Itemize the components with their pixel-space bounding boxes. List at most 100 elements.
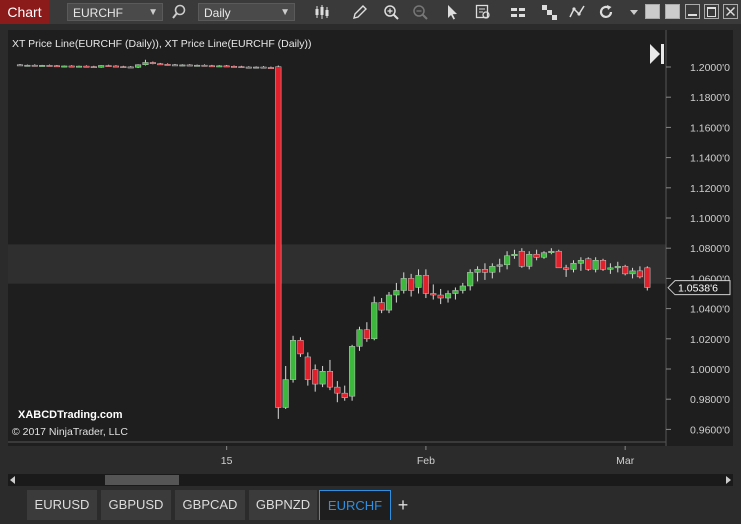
zoom-in-icon[interactable] <box>382 3 400 21</box>
candle <box>599 258 607 271</box>
candle-body <box>267 67 274 69</box>
candle-body <box>474 269 481 273</box>
add-tab-button[interactable]: + <box>392 490 414 520</box>
layout-button[interactable] <box>645 4 660 19</box>
scrollbar-thumb[interactable] <box>105 475 179 485</box>
candle <box>393 282 400 303</box>
candle <box>326 359 334 391</box>
instrument-value: EURCHF <box>73 6 123 20</box>
candle-body <box>592 260 599 270</box>
candle <box>157 62 164 66</box>
window-title: Chart <box>0 0 49 24</box>
scroll-to-end-icon[interactable] <box>650 44 664 64</box>
candle-body <box>201 64 208 67</box>
candle-body <box>526 253 533 267</box>
candle <box>459 282 466 294</box>
y-tick-label: 1.2000'0 <box>690 62 730 74</box>
candle-body <box>577 260 584 264</box>
search-icon[interactable] <box>170 3 188 21</box>
candle <box>171 63 179 67</box>
chevron-down-icon[interactable] <box>625 3 643 21</box>
candle-body <box>437 294 444 299</box>
candle-body <box>68 65 75 68</box>
candle-body <box>555 250 562 269</box>
candle <box>90 65 97 68</box>
tab-gbpusd[interactable]: GBPUSD <box>101 490 171 520</box>
candle <box>120 65 127 68</box>
candle <box>98 65 105 68</box>
scroll-left-arrow-icon[interactable] <box>10 476 15 484</box>
candle <box>135 64 142 69</box>
candle <box>430 284 437 300</box>
candle <box>112 65 119 68</box>
candle-body <box>371 302 378 340</box>
y-tick-label: 1.1800'0 <box>690 92 730 104</box>
watermark-copyright: © 2017 NinjaTrader, LLC <box>12 426 128 438</box>
candle <box>282 365 289 410</box>
candle <box>349 344 356 401</box>
candle-body <box>290 340 297 380</box>
candle-body <box>105 65 112 67</box>
refresh-icon[interactable] <box>597 3 615 21</box>
price-highlight-band <box>8 244 666 284</box>
candle-body <box>400 278 407 291</box>
minimize-button[interactable] <box>685 4 700 19</box>
candle-body <box>149 62 156 64</box>
pencil-icon[interactable] <box>351 3 369 21</box>
chart-style-icon[interactable] <box>313 3 331 21</box>
candle <box>216 65 223 68</box>
candle-body <box>208 65 215 68</box>
candle <box>644 266 651 291</box>
candle <box>61 65 68 68</box>
close-button[interactable] <box>723 4 738 19</box>
candle-body <box>194 64 201 67</box>
candle-body <box>467 272 474 287</box>
candle-body <box>599 260 607 270</box>
tab-gbpnzd[interactable]: GBPNZD <box>249 490 317 520</box>
y-tick-label: 1.1600'0 <box>690 122 730 134</box>
tab-gbpcad[interactable]: GBPCAD <box>175 490 245 520</box>
candle <box>53 65 60 68</box>
bar-spacing-icon[interactable] <box>540 3 558 21</box>
candle-body <box>326 371 334 388</box>
candle <box>334 381 341 403</box>
candle <box>39 64 46 67</box>
candle-body <box>120 66 127 68</box>
candle <box>518 248 525 268</box>
maximize-button[interactable] <box>704 4 719 19</box>
candle-body <box>230 65 238 68</box>
strategy-icon[interactable] <box>509 3 527 21</box>
cursor-icon[interactable] <box>443 3 461 21</box>
candle-body <box>275 66 282 408</box>
interval-selector[interactable]: Daily ▼ <box>198 3 295 21</box>
layout-button[interactable] <box>665 4 680 19</box>
candle-body <box>16 64 24 67</box>
candle <box>223 65 230 68</box>
data-box-icon[interactable] <box>474 3 492 21</box>
instrument-selector[interactable]: EURCHF ▼ <box>67 3 163 21</box>
tab-eurchf[interactable]: EURCHF <box>319 490 391 520</box>
candle-body <box>24 64 31 67</box>
candle-body <box>171 64 179 67</box>
chevron-down-icon: ▼ <box>280 7 290 18</box>
chart-panel[interactable]: 1.2000'0 1.1800'0 1.1600'0 1.1400'0 1.1200'0… <box>8 30 733 446</box>
candle-body <box>540 252 548 258</box>
candle <box>312 364 319 392</box>
candle-body <box>83 65 90 68</box>
candle <box>142 59 149 66</box>
candle <box>46 64 53 67</box>
tab-eurusd[interactable]: EURUSD <box>27 490 97 520</box>
horizontal-scrollbar[interactable] <box>8 474 733 486</box>
zoom-out-icon[interactable] <box>411 3 429 21</box>
candle-body <box>223 65 230 68</box>
candle <box>260 66 267 69</box>
candle <box>201 64 208 67</box>
candle-body <box>53 65 60 68</box>
candle-body <box>216 65 223 68</box>
y-tick-label: 1.1400'0 <box>690 153 730 165</box>
price-chart[interactable]: 1.2000'0 1.1800'0 1.1600'0 1.1400'0 1.1200'0… <box>8 30 733 446</box>
candle-body <box>164 64 171 66</box>
candle-body <box>570 263 577 270</box>
scroll-right-arrow-icon[interactable] <box>726 476 731 484</box>
drawing-tools-icon[interactable] <box>568 3 586 21</box>
